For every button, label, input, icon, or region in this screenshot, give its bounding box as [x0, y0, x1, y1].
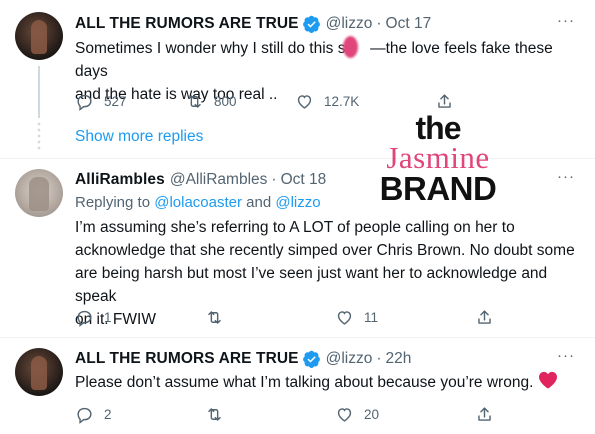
thread-line	[38, 66, 40, 118]
more-icon[interactable]: ···	[557, 168, 575, 185]
avatar[interactable]	[15, 348, 63, 396]
tweet-header: AlliRambles @AlliRambles · Oct 18	[75, 168, 326, 192]
retweet-icon	[208, 407, 221, 421]
verified-badge-icon	[302, 350, 320, 368]
tweet-actions: 1 11	[75, 307, 515, 327]
tweet-header: ALL THE RUMORS ARE TRUE @lizzo · Oct 17	[75, 12, 431, 36]
tweet-header: ALL THE RUMORS ARE TRUE @lizzo · 22h	[75, 347, 411, 371]
more-icon[interactable]: ···	[557, 12, 575, 29]
mention-link[interactable]: @lolacoaster	[154, 194, 242, 211]
tweet-actions: 527 800 12.7K	[75, 91, 515, 111]
retweet-button[interactable]	[205, 405, 335, 424]
retweet-icon	[188, 94, 201, 108]
avatar[interactable]	[15, 12, 63, 60]
tweet-1[interactable]: ALL THE RUMORS ARE TRUE @lizzo · Oct 17 …	[0, 0, 595, 120]
share-button[interactable]	[435, 92, 454, 111]
share-button[interactable]	[475, 405, 494, 424]
red-heart-icon	[538, 371, 557, 389]
retweet-button[interactable]	[205, 308, 335, 327]
separator-dot: ·	[376, 350, 382, 367]
separator-dot: ·	[271, 171, 277, 188]
share-icon	[478, 309, 491, 324]
share-icon	[438, 93, 451, 108]
retweet-icon	[208, 310, 221, 324]
reply-icon	[77, 94, 92, 111]
like-button[interactable]: 12.7K	[295, 92, 435, 111]
replying-to: Replying to @lolacoaster and @lizzo	[75, 194, 321, 211]
like-icon	[337, 310, 352, 325]
separator-dot: ·	[376, 15, 382, 32]
display-name[interactable]: AlliRambles	[75, 171, 165, 189]
like-icon	[337, 407, 352, 422]
tweet-3[interactable]: ALL THE RUMORS ARE TRUE @lizzo · 22h ···…	[0, 338, 595, 434]
tweet-text: Please don’t assume what I’m talking abo…	[75, 371, 580, 394]
like-icon	[297, 94, 312, 109]
reply-icon	[77, 407, 92, 424]
mention-link[interactable]: @lizzo	[275, 194, 320, 211]
reply-button[interactable]: 2	[75, 405, 205, 424]
verified-badge-icon	[302, 15, 320, 33]
like-button[interactable]: 11	[335, 308, 475, 327]
show-more-replies-link[interactable]: Show more replies	[75, 128, 203, 146]
share-button[interactable]	[475, 308, 494, 327]
reply-button[interactable]: 527	[75, 92, 185, 111]
retweet-button[interactable]: 800	[185, 92, 295, 111]
tweet-2[interactable]: AlliRambles @AlliRambles · Oct 18 ··· Re…	[0, 159, 595, 337]
like-button[interactable]: 20	[335, 405, 475, 424]
user-handle[interactable]: @lizzo	[326, 350, 373, 368]
user-handle[interactable]: @AlliRambles	[170, 171, 268, 189]
more-icon[interactable]: ···	[557, 347, 575, 364]
reply-button[interactable]: 1	[75, 308, 205, 327]
timestamp[interactable]: Oct 17	[386, 15, 432, 33]
display-name[interactable]: ALL THE RUMORS ARE TRUE	[75, 350, 299, 368]
thread-continuation-dots	[37, 121, 41, 151]
display-name[interactable]: ALL THE RUMORS ARE TRUE	[75, 15, 299, 33]
share-icon	[478, 406, 491, 421]
timestamp[interactable]: 22h	[386, 350, 412, 368]
reply-icon	[77, 310, 92, 327]
avatar[interactable]	[15, 169, 63, 217]
tweet-actions: 2 20	[75, 404, 515, 424]
user-handle[interactable]: @lizzo	[326, 15, 373, 33]
timestamp[interactable]: Oct 18	[281, 171, 327, 189]
censor-blur	[343, 36, 358, 58]
